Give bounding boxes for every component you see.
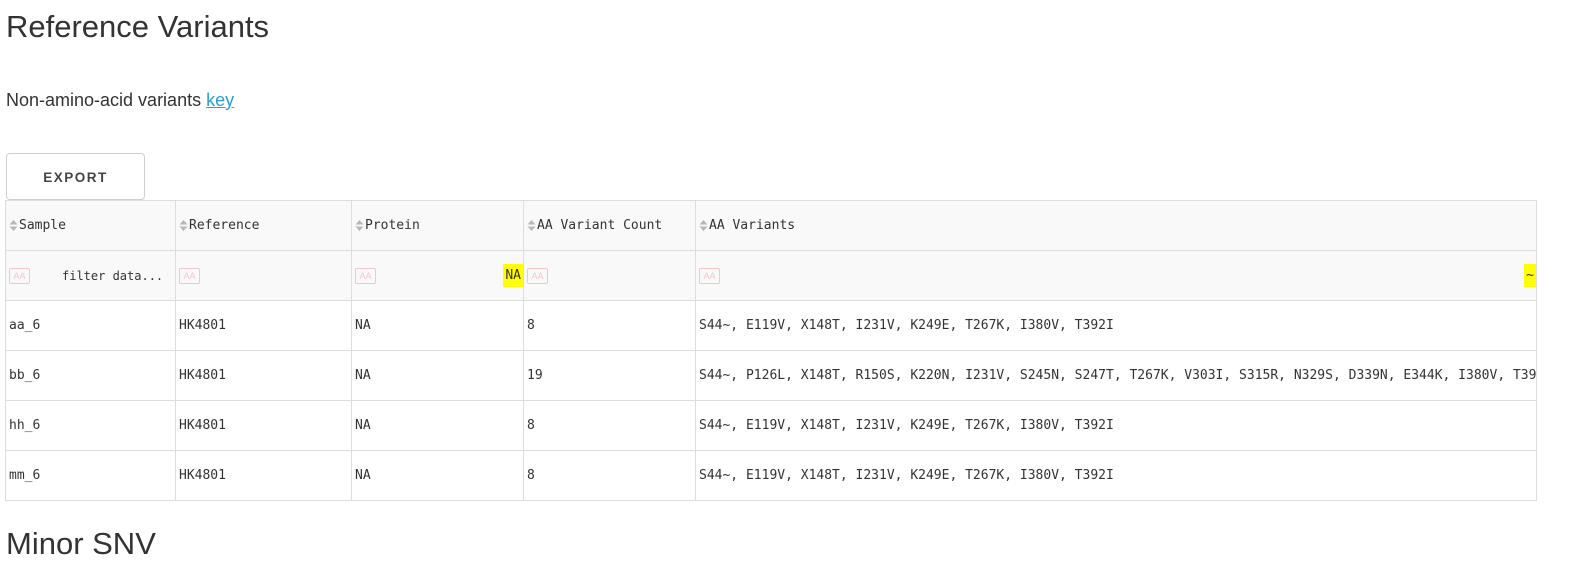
filter-cell-reference: AA xyxy=(175,250,352,301)
sort-arrows-icon xyxy=(355,220,364,231)
header-row: Sample Reference Protein AA Variant Coun… xyxy=(5,200,1537,251)
column-label-reference: Reference xyxy=(189,218,260,233)
reference-variants-table: Sample Reference Protein AA Variant Coun… xyxy=(5,200,1537,501)
table-row: aa_6 HK4801 NA 8 S44~, E119V, X148T, I23… xyxy=(5,300,1537,351)
cell-reference: HK4801 xyxy=(175,300,352,351)
column-header-protein[interactable]: Protein xyxy=(351,200,524,251)
sample-filter-input[interactable] xyxy=(62,265,172,286)
match-case-icon[interactable]: AA xyxy=(527,267,548,284)
cell-reference: HK4801 xyxy=(175,400,352,451)
page-title: Reference Variants xyxy=(6,9,270,44)
column-label-protein: Protein xyxy=(365,218,420,233)
filter-cell-aa-variant-count: AA xyxy=(523,250,696,301)
sort-arrows-icon xyxy=(179,220,188,231)
cell-protein: NA xyxy=(351,400,524,451)
sort-arrows-icon xyxy=(699,220,708,231)
match-case-icon[interactable]: AA xyxy=(179,267,200,284)
cell-sample: hh_6 xyxy=(5,400,176,451)
cell-aa-variant-count: 8 xyxy=(523,400,696,451)
aa-variants-filter-value[interactable]: ~ xyxy=(1524,264,1536,287)
column-header-sample[interactable]: Sample xyxy=(5,200,176,251)
cell-sample: bb_6 xyxy=(5,350,176,401)
sort-arrows-icon xyxy=(9,220,18,231)
section-title-minor-snv: Minor SNV xyxy=(6,526,156,561)
cell-reference: HK4801 xyxy=(175,350,352,401)
intro-text: Non-amino-acid variants key xyxy=(6,88,234,112)
cell-reference: HK4801 xyxy=(175,450,352,501)
cell-protein: NA xyxy=(351,350,524,401)
filter-cell-aa-variants: AA ~ xyxy=(695,250,1537,301)
column-header-aa-variants[interactable]: AA Variants xyxy=(695,200,1537,251)
cell-sample: mm_6 xyxy=(5,450,176,501)
match-case-icon[interactable]: AA xyxy=(355,267,376,284)
cell-sample: aa_6 xyxy=(5,300,176,351)
protein-filter-value[interactable]: NA xyxy=(503,264,523,287)
cell-aa-variant-count: 19 xyxy=(523,350,696,401)
match-case-icon[interactable]: AA xyxy=(699,267,720,284)
cell-aa-variants: S44~, E119V, X148T, I231V, K249E, T267K,… xyxy=(695,300,1537,351)
filter-row: AA AA AA NA AA AA ~ xyxy=(5,250,1537,301)
cell-aa-variants: S44~, E119V, X148T, I231V, K249E, T267K,… xyxy=(695,450,1537,501)
cell-aa-variant-count: 8 xyxy=(523,300,696,351)
export-button[interactable]: EXPORT xyxy=(6,153,145,200)
table-row: hh_6 HK4801 NA 8 S44~, E119V, X148T, I23… xyxy=(5,400,1537,451)
cell-aa-variant-count: 8 xyxy=(523,450,696,501)
table-row: bb_6 HK4801 NA 19 S44~, P126L, X148T, R1… xyxy=(5,350,1537,401)
column-label-aa-variant-count: AA Variant Count xyxy=(537,218,663,233)
cell-protein: NA xyxy=(351,450,524,501)
filter-cell-sample: AA xyxy=(5,250,176,301)
sort-arrows-icon xyxy=(527,220,536,231)
intro-label: Non-amino-acid variants xyxy=(6,90,207,110)
cell-aa-variants: S44~, E119V, X148T, I231V, K249E, T267K,… xyxy=(695,400,1537,451)
column-header-reference[interactable]: Reference xyxy=(175,200,352,251)
cell-aa-variants: S44~, P126L, X148T, R150S, K220N, I231V,… xyxy=(695,350,1537,401)
table-row: mm_6 HK4801 NA 8 S44~, E119V, X148T, I23… xyxy=(5,450,1537,501)
column-header-aa-variant-count[interactable]: AA Variant Count xyxy=(523,200,696,251)
filter-cell-protein: AA NA xyxy=(351,250,524,301)
column-label-aa-variants: AA Variants xyxy=(709,218,796,233)
column-label-sample: Sample xyxy=(19,218,66,233)
cell-protein: NA xyxy=(351,300,524,351)
key-link[interactable]: key xyxy=(206,90,234,110)
match-case-icon[interactable]: AA xyxy=(9,267,30,284)
